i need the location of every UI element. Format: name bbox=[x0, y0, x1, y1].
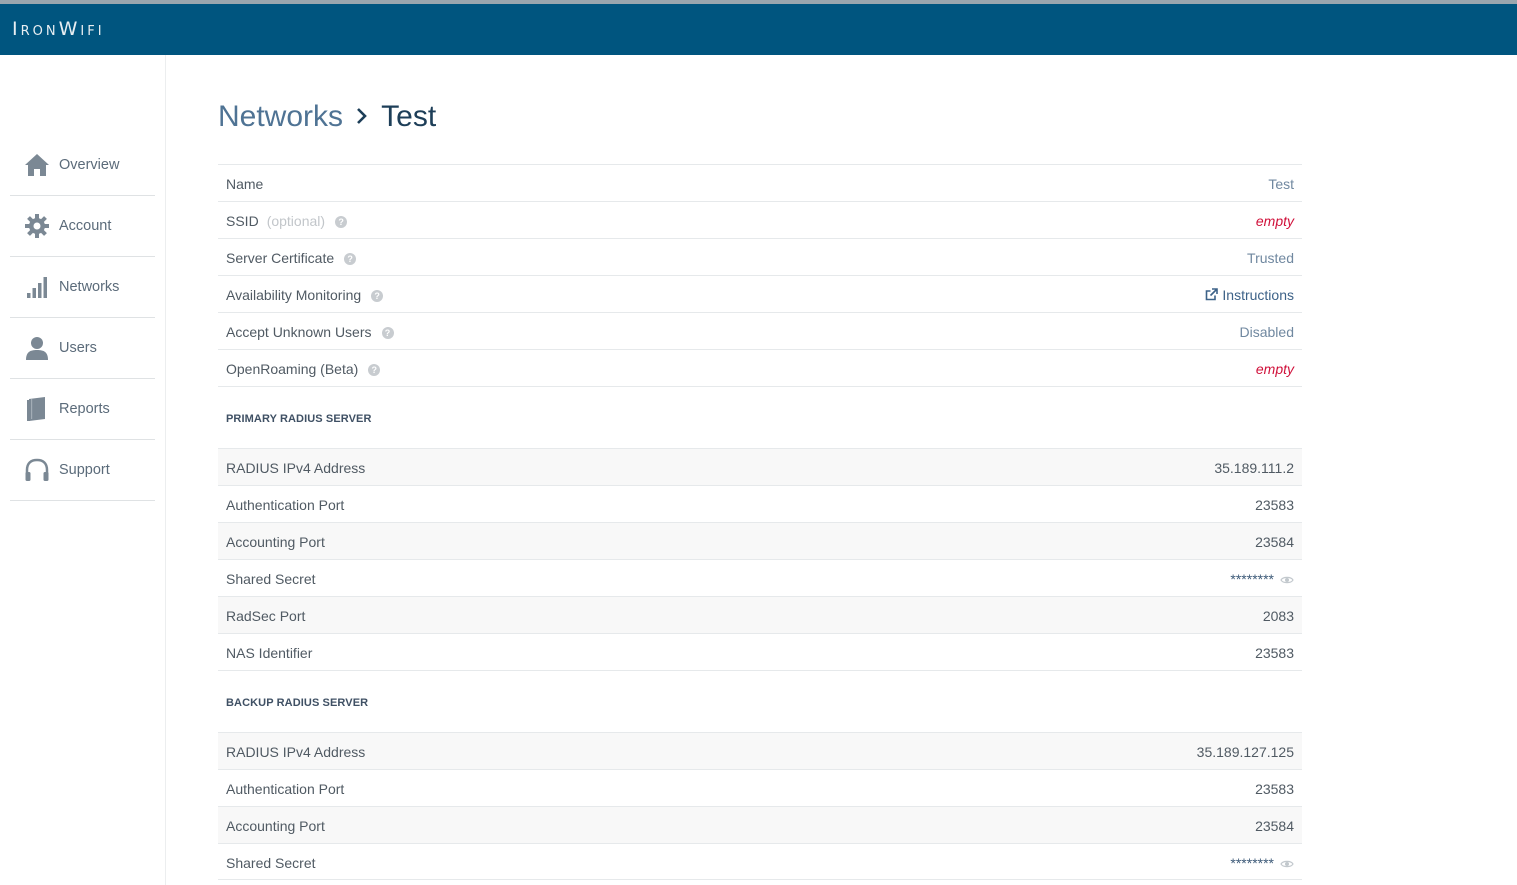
network-settings-table: Name Test SSID (optional)? empty Server C… bbox=[218, 164, 1302, 880]
table-row: Shared Secret ******** bbox=[218, 843, 1302, 880]
external-link-icon bbox=[1206, 288, 1219, 301]
table-row: RADIUS IPv4 Address 35.189.111.2 bbox=[218, 448, 1302, 485]
signal-bars-icon bbox=[27, 277, 47, 298]
instructions-link[interactable]: Instructions bbox=[1205, 287, 1294, 303]
setting-label: Accept Unknown Users bbox=[226, 324, 372, 340]
gear-icon bbox=[25, 214, 49, 238]
shared-secret-value: ******** bbox=[1230, 571, 1294, 587]
setting-row-server-certificate[interactable]: Server Certificate? Trusted bbox=[218, 238, 1302, 275]
row-value: 23584 bbox=[1255, 818, 1294, 834]
sidebar-item-networks[interactable]: Networks bbox=[10, 257, 155, 318]
sidebar: Overview Account Networks Users Reports … bbox=[0, 55, 166, 885]
sidebar-item-label: Users bbox=[59, 340, 97, 356]
sidebar-nav: Overview Account Networks Users Reports … bbox=[10, 135, 155, 501]
help-icon[interactable]: ? bbox=[371, 290, 384, 302]
setting-label-wrap: Availability Monitoring? bbox=[226, 287, 384, 303]
setting-label: OpenRoaming (Beta) bbox=[226, 361, 359, 377]
row-value: 23583 bbox=[1255, 497, 1294, 513]
setting-value-name[interactable]: Test bbox=[1268, 176, 1294, 192]
setting-row-accept-unknown-users[interactable]: Accept Unknown Users? Disabled bbox=[218, 312, 1302, 349]
sidebar-item-label: Overview bbox=[59, 157, 120, 173]
breadcrumb-networks-link[interactable]: Networks bbox=[218, 100, 343, 133]
primary-radius-section-header: PRIMARY RADIUS SERVER bbox=[218, 386, 1302, 448]
row-value: 23583 bbox=[1255, 781, 1294, 797]
eye-icon[interactable] bbox=[1280, 575, 1294, 585]
setting-label: Server Certificate bbox=[226, 250, 335, 266]
sidebar-item-support[interactable]: Support bbox=[10, 440, 155, 501]
shared-secret-value: ******** bbox=[1230, 855, 1294, 871]
breadcrumb: Networks Test bbox=[218, 100, 436, 140]
sidebar-item-label: Account bbox=[59, 218, 112, 234]
row-label: RADIUS IPv4 Address bbox=[226, 460, 366, 476]
setting-row-name[interactable]: Name Test bbox=[218, 164, 1302, 201]
instructions-link-label: Instructions bbox=[1222, 287, 1294, 303]
section-title: PRIMARY RADIUS SERVER bbox=[226, 413, 372, 425]
setting-row-openroaming[interactable]: OpenRoaming (Beta)? empty bbox=[218, 349, 1302, 386]
row-label: RadSec Port bbox=[226, 608, 306, 624]
sidebar-item-label: Support bbox=[59, 462, 110, 478]
help-icon[interactable]: ? bbox=[344, 253, 357, 265]
setting-value-server-certificate[interactable]: Trusted bbox=[1247, 250, 1294, 266]
row-label: Authentication Port bbox=[226, 781, 345, 797]
help-icon[interactable]: ? bbox=[381, 327, 394, 339]
sidebar-item-label: Networks bbox=[59, 279, 120, 295]
row-label: NAS Identifier bbox=[226, 645, 313, 661]
table-row: Accounting Port 23584 bbox=[218, 806, 1302, 843]
setting-value-accept-unknown-users[interactable]: Disabled bbox=[1240, 324, 1294, 340]
table-row: Accounting Port 23584 bbox=[218, 522, 1302, 559]
row-label: Authentication Port bbox=[226, 497, 345, 513]
row-value: 23583 bbox=[1255, 645, 1294, 661]
masked-secret: ******** bbox=[1230, 855, 1274, 871]
sidebar-item-label: Reports bbox=[59, 401, 110, 417]
book-icon bbox=[27, 397, 45, 421]
sidebar-item-reports[interactable]: Reports bbox=[10, 379, 155, 440]
headphones-icon bbox=[25, 458, 49, 481]
home-icon bbox=[25, 154, 49, 176]
row-value: 35.189.127.125 bbox=[1196, 744, 1294, 760]
setting-label: SSID bbox=[226, 213, 259, 229]
table-row: RadSec Port 2083 bbox=[218, 596, 1302, 633]
sidebar-item-users[interactable]: Users bbox=[10, 318, 155, 379]
row-label: Accounting Port bbox=[226, 818, 325, 834]
row-value: 35.189.111.2 bbox=[1214, 460, 1294, 476]
ironwifi-logo[interactable]: IronWifi bbox=[12, 18, 105, 40]
section-title: BACKUP RADIUS SERVER bbox=[226, 697, 369, 709]
backup-radius-section-header: BACKUP RADIUS SERVER bbox=[218, 670, 1302, 732]
setting-label-wrap: SSID (optional)? bbox=[226, 213, 348, 229]
help-icon[interactable]: ? bbox=[335, 216, 348, 228]
setting-value-ssid[interactable]: empty bbox=[1256, 213, 1294, 229]
setting-row-ssid[interactable]: SSID (optional)? empty bbox=[218, 201, 1302, 238]
sidebar-item-overview[interactable]: Overview bbox=[10, 135, 155, 196]
top-header-bar: IronWifi bbox=[0, 4, 1517, 55]
eye-icon[interactable] bbox=[1280, 859, 1294, 869]
row-label: Accounting Port bbox=[226, 534, 325, 550]
chevron-right-icon bbox=[357, 108, 368, 124]
help-icon[interactable]: ? bbox=[368, 364, 381, 376]
row-value: 2083 bbox=[1262, 608, 1294, 624]
setting-label: Availability Monitoring bbox=[226, 287, 362, 303]
table-row: Authentication Port 23583 bbox=[218, 769, 1302, 806]
row-label: Shared Secret bbox=[226, 571, 316, 587]
row-value: 23584 bbox=[1255, 534, 1294, 550]
user-icon bbox=[26, 337, 48, 360]
masked-secret: ******** bbox=[1230, 571, 1274, 587]
table-row: RADIUS IPv4 Address 35.189.127.125 bbox=[218, 732, 1302, 769]
setting-value-openroaming[interactable]: empty bbox=[1256, 361, 1294, 377]
breadcrumb-current: Test bbox=[381, 100, 437, 133]
setting-label-wrap: Server Certificate? bbox=[226, 250, 357, 266]
setting-row-availability-monitoring[interactable]: Availability Monitoring? Instructions bbox=[218, 275, 1302, 312]
sidebar-item-account[interactable]: Account bbox=[10, 196, 155, 257]
row-label: Shared Secret bbox=[226, 855, 316, 871]
table-row: NAS Identifier 23583 bbox=[218, 633, 1302, 670]
table-row: Shared Secret ******** bbox=[218, 559, 1302, 596]
table-row: Authentication Port 23583 bbox=[218, 485, 1302, 522]
setting-label-wrap: OpenRoaming (Beta)? bbox=[226, 361, 381, 377]
setting-label-wrap: Accept Unknown Users? bbox=[226, 324, 394, 340]
row-label: RADIUS IPv4 Address bbox=[226, 744, 366, 760]
setting-label: Name bbox=[226, 176, 264, 192]
optional-hint: (optional) bbox=[266, 213, 326, 229]
